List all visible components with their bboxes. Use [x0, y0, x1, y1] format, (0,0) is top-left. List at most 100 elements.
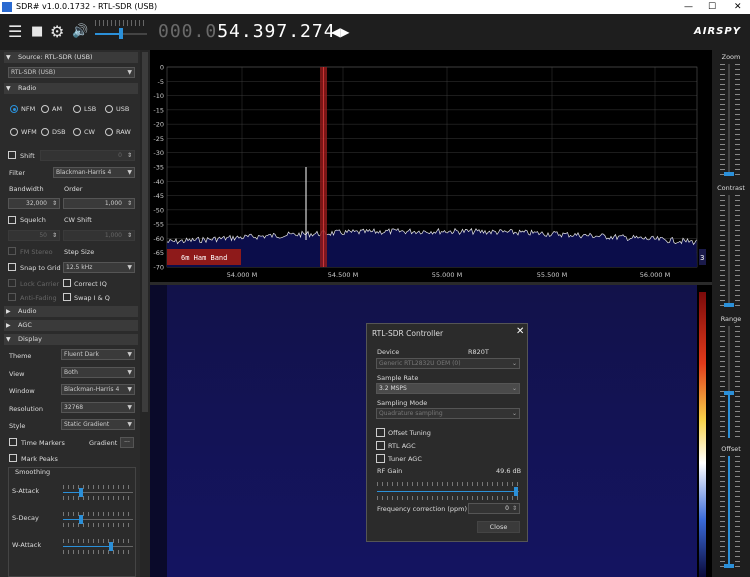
spectrum-fill: [167, 228, 697, 267]
title-bar: SDR# v1.0.0.1732 - RTL-SDR (USB) — ☐ ✕: [0, 0, 750, 14]
mode-radio-am[interactable]: [41, 105, 49, 113]
lock-carrier-label: Lock Carrier: [20, 280, 60, 288]
contrast-label: Contrast: [717, 184, 745, 192]
tuner-agc-checkbox[interactable]: [376, 454, 385, 463]
shift-input[interactable]: 0 ⇕: [40, 150, 135, 161]
device-label: Device: [377, 348, 400, 356]
maximize-button[interactable]: ☐: [708, 0, 716, 14]
mode-label: NFM: [21, 105, 36, 113]
gear-icon[interactable]: ⚙: [50, 14, 64, 50]
offset-thumb[interactable]: [724, 564, 734, 568]
device-select[interactable]: Generic RTL2832U OEM (0) ⌄: [376, 358, 520, 369]
close-window-button[interactable]: ✕: [734, 0, 742, 14]
display-header[interactable]: ▼ Display: [4, 334, 138, 345]
smoothing-group: [8, 467, 136, 577]
app-icon: [2, 2, 12, 12]
sidebar-scroll-thumb[interactable]: [142, 52, 148, 412]
frequency-main: 54.397.274: [217, 21, 336, 42]
freq-correction-input[interactable]: 0 ⇕: [468, 503, 520, 514]
stepper-icon[interactable]: ⇕: [52, 199, 57, 208]
stepper-icon[interactable]: ⇕: [127, 151, 132, 160]
y-tick-label: -60: [153, 235, 164, 243]
step-size-select[interactable]: 12.5 kHz ▼: [63, 262, 135, 273]
source-header[interactable]: ▼ Source: RTL-SDR (USB): [4, 52, 138, 63]
anti-fading-checkbox[interactable]: [8, 293, 16, 301]
mode-radio-nfm[interactable]: [10, 105, 18, 113]
mark-peaks-checkbox[interactable]: [9, 454, 17, 462]
zoom-slider[interactable]: [728, 64, 730, 176]
rtl-agc-checkbox[interactable]: [376, 441, 385, 450]
offset-tuning-checkbox[interactable]: [376, 428, 385, 437]
rf-gain-label: RF Gain: [377, 467, 403, 475]
filter-select[interactable]: Blackman-Harris 4 ▼: [53, 167, 135, 178]
sample-rate-select[interactable]: 3.2 MSPS ⌄: [376, 383, 520, 394]
mode-radio-wfm[interactable]: [10, 128, 18, 136]
dialog-close-icon[interactable]: ✕: [516, 326, 524, 337]
mode-radio-lsb[interactable]: [73, 105, 81, 113]
mode-radio-cw[interactable]: [73, 128, 81, 136]
resolution-label: Resolution: [9, 405, 43, 413]
sampling-mode-select[interactable]: Quadrature sampling ⌄: [376, 408, 520, 419]
stepper-icon[interactable]: ⇕: [127, 231, 132, 240]
menu-icon[interactable]: ☰: [8, 14, 22, 50]
minimize-button[interactable]: —: [684, 0, 693, 14]
stepper-icon[interactable]: ⇕: [52, 231, 57, 240]
bandwidth-input[interactable]: 32,000 ⇕: [8, 198, 60, 209]
frequency-display[interactable]: 000.054.397.274: [158, 14, 336, 50]
stepper-icon[interactable]: ⇕: [127, 199, 132, 208]
offset-tuning-label: Offset Tuning: [388, 429, 431, 437]
gradient-button[interactable]: ...: [120, 437, 134, 448]
zoom-ticks-right: [735, 64, 740, 176]
mode-radio-usb[interactable]: [105, 105, 113, 113]
squelch-label: Squelch: [20, 216, 46, 224]
bandwidth-label: Bandwidth: [9, 185, 44, 193]
speaker-icon[interactable]: 🔊: [72, 14, 88, 50]
cw-shift-input[interactable]: 1,000 ⇕: [63, 230, 135, 241]
audio-header[interactable]: ▶ Audio: [4, 306, 138, 317]
rf-gain-thumb[interactable]: [514, 487, 518, 496]
range-thumb[interactable]: [724, 391, 734, 395]
cw-shift-label: CW Shift: [64, 216, 92, 224]
source-select[interactable]: RTL-SDR (USB) ▼: [8, 67, 135, 78]
radio-header[interactable]: ▼ Radio: [4, 83, 138, 94]
y-tick-label: -40: [153, 178, 164, 186]
view-select[interactable]: Both ▼: [61, 367, 135, 378]
tune-arrows-icon[interactable]: ◀▶: [331, 14, 349, 50]
mode-label: LSB: [84, 105, 97, 113]
lock-carrier-checkbox[interactable]: [8, 279, 16, 287]
style-label: Style: [9, 422, 26, 430]
squelch-checkbox[interactable]: [8, 216, 16, 224]
correct-iq-checkbox[interactable]: [63, 279, 71, 287]
offset-fill: [728, 456, 730, 568]
band-label: 6m Ham Band: [181, 254, 227, 262]
theme-select[interactable]: Fluent Dark ▼: [61, 349, 135, 360]
resolution-select[interactable]: 32768 ▼: [61, 402, 135, 413]
squelch-input[interactable]: 50 ⇕: [8, 230, 60, 241]
snap-label: Snap to Grid: [20, 264, 61, 272]
tuner-agc-label: Tuner AGC: [388, 455, 422, 463]
mode-radio-dsb[interactable]: [41, 128, 49, 136]
spectrum-plot[interactable]: 0 -5 -10 -15 -20 -25 -30 -35 -40 -45 -50 -55 -60 -65 -…: [150, 50, 712, 282]
window-select[interactable]: Blackman-Harris 4 ▼: [61, 384, 135, 395]
y-tick-label: -65: [153, 249, 164, 257]
mode-radio-raw[interactable]: [105, 128, 113, 136]
stepper-icon[interactable]: ⇕: [512, 504, 517, 513]
contrast-slider[interactable]: [728, 195, 730, 307]
spectrum-analyzer[interactable]: 0 -5 -10 -15 -20 -25 -30 -35 -40 -45 -50 -55 -60 -65 -…: [150, 50, 712, 282]
swap-iq-checkbox[interactable]: [63, 293, 71, 301]
style-select[interactable]: Static Gradient ▼: [61, 419, 135, 430]
fm-stereo-checkbox[interactable]: [8, 247, 16, 255]
theme-label: Theme: [9, 352, 32, 360]
volume-thumb[interactable]: [119, 28, 123, 39]
zoom-thumb[interactable]: [724, 172, 734, 176]
expand-icon: ▶: [6, 308, 11, 315]
stop-icon[interactable]: ■: [31, 14, 43, 50]
time-markers-checkbox[interactable]: [9, 438, 17, 446]
close-button[interactable]: Close: [477, 521, 520, 533]
snap-checkbox[interactable]: [8, 263, 16, 271]
contrast-thumb[interactable]: [724, 303, 734, 307]
agc-header[interactable]: ▶ AGC: [4, 320, 138, 331]
shift-checkbox[interactable]: [8, 151, 16, 159]
chevron-down-icon: ▼: [127, 404, 132, 411]
order-input[interactable]: 1,000 ⇕: [63, 198, 135, 209]
